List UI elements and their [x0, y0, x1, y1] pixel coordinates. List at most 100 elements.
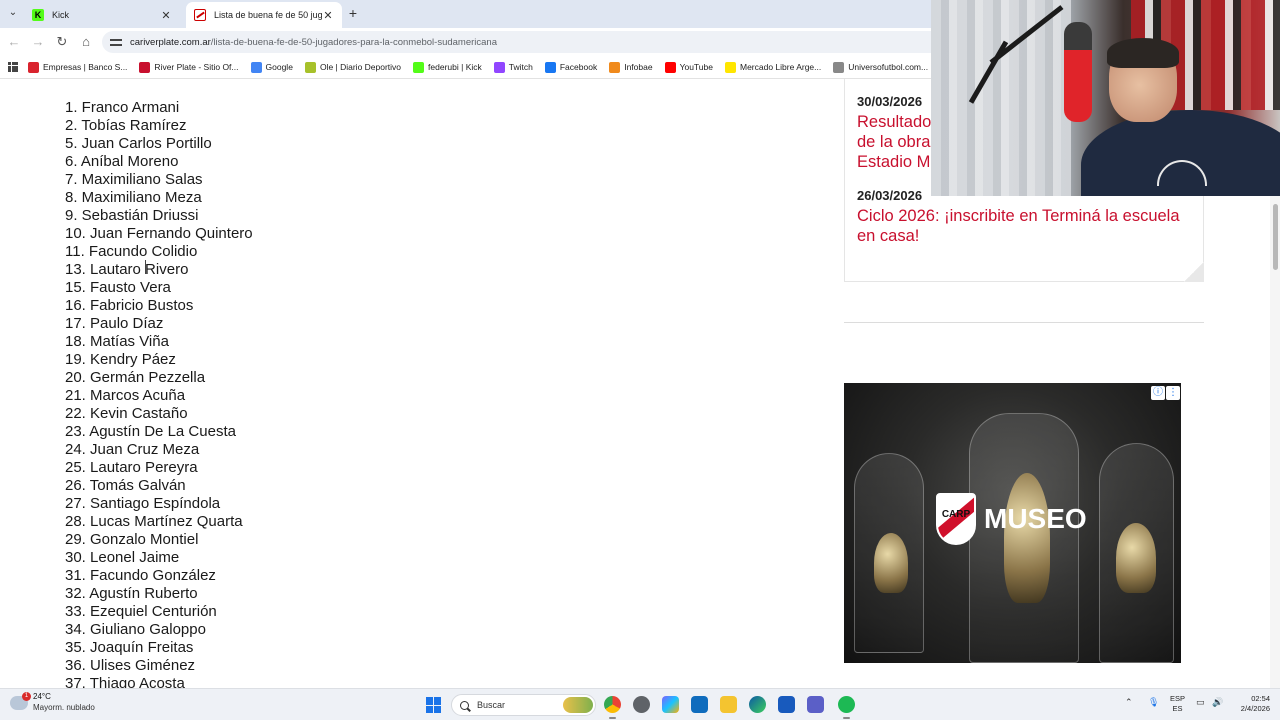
- player-item: 6. Aníbal Moreno: [65, 153, 179, 170]
- close-tab-icon[interactable]: ✕: [322, 9, 334, 22]
- back-arrow-icon[interactable]: ←: [6, 34, 22, 50]
- river-plate-shield-icon: CARP: [936, 493, 976, 545]
- bookmark-label: Ole | Diario Deportivo: [319, 62, 402, 72]
- news-item[interactable]: 26/03/2026 Ciclo 2026: ¡inscribite en Te…: [857, 188, 1187, 246]
- system-clock[interactable]: 02:54 2/4/2026: [1230, 694, 1270, 714]
- copilot-icon[interactable]: [662, 696, 679, 713]
- player-item: 36. Ulises Giménez: [65, 657, 196, 674]
- forward-arrow-icon[interactable]: →: [30, 34, 46, 50]
- word-icon[interactable]: [778, 696, 795, 713]
- kick-favicon-icon: K: [32, 9, 44, 21]
- teams-icon[interactable]: [807, 696, 824, 713]
- search-placeholder: Buscar: [477, 700, 506, 710]
- bookmark-label: River Plate - Sitio Of...: [154, 62, 239, 72]
- clock-time: 02:54: [1251, 694, 1270, 703]
- player-item: 34. Giuliano Galoppo: [65, 621, 206, 638]
- weather-widget[interactable]: 1 24°C Mayorm. nublado: [10, 691, 95, 713]
- new-tab-plus-icon[interactable]: +: [345, 5, 361, 21]
- volume-icon[interactable]: 🔊: [1212, 697, 1223, 708]
- museo-logo: CARP MUSEO: [936, 493, 1087, 545]
- home-icon[interactable]: ⌂: [78, 34, 94, 50]
- ad-info-icon[interactable]: ⓘ: [1151, 386, 1165, 400]
- bookmark-item[interactable]: Ole | Diario Deportivo: [304, 61, 402, 73]
- taskbar: 1 24°C Mayorm. nublado Buscar ⌃ 🎙 ESP ES…: [0, 688, 1280, 720]
- tray-chevron-up-icon[interactable]: ⌃: [1125, 697, 1133, 708]
- search-highlight-icon: [563, 697, 593, 713]
- network-icon[interactable]: ▭: [1196, 697, 1205, 708]
- bookmark-label: Google: [265, 62, 293, 72]
- bookmark-favicon-icon: [724, 61, 736, 73]
- section-divider: [844, 322, 1204, 323]
- bookmark-label: Facebook: [559, 62, 598, 72]
- bookmark-item[interactable]: Empresas | Banco S...: [28, 61, 128, 73]
- player-item: 1. Franco Armani: [65, 99, 180, 116]
- bookmark-item[interactable]: Twitch: [493, 61, 533, 73]
- bookmark-item[interactable]: Facebook: [544, 61, 598, 73]
- museo-ad-banner[interactable]: CARP MUSEO ⓘ ⋮: [844, 383, 1181, 663]
- shield-letters: CARP: [941, 509, 971, 520]
- player-item: 27. Santiago Espíndola: [65, 495, 221, 512]
- close-tab-icon[interactable]: ✕: [160, 9, 172, 22]
- trophy-icon: [1116, 523, 1156, 593]
- search-icon: [460, 700, 469, 710]
- tab-title: Kick: [52, 10, 70, 20]
- windows-start-icon[interactable]: [426, 697, 442, 713]
- bookmark-item[interactable]: Mercado Libre Arge...: [724, 61, 821, 73]
- player-list: 1. Franco Armani 2. Tobías Ramírez 5. Juan…: [65, 99, 465, 688]
- screen: ⌄ K Kick ✕ Lista de buena fe de 50 jugad…: [0, 0, 1280, 720]
- player-item: 24. Juan Cruz Meza: [65, 441, 200, 458]
- news-title-link[interactable]: Ciclo 2026: ¡inscribite en Terminá la es…: [857, 206, 1187, 246]
- bookmark-item[interactable]: federubi | Kick: [413, 61, 482, 73]
- player-item: 2. Tobías Ramírez: [65, 117, 187, 134]
- bookmark-favicon-icon: [413, 61, 425, 73]
- tab-river-plate[interactable]: Lista de buena fe de 50 jugadores ✕: [186, 2, 342, 28]
- obs-icon[interactable]: [633, 696, 650, 713]
- bookmark-favicon-icon: [139, 61, 151, 73]
- bookmark-label: YouTube: [679, 62, 713, 72]
- lang-code: ESP: [1170, 694, 1186, 703]
- player-item: 11. Facundo Colidio: [65, 243, 198, 260]
- bookmark-label: Twitch: [508, 62, 533, 72]
- chrome-icon[interactable]: [604, 696, 621, 719]
- site-info-icon[interactable]: [110, 37, 122, 47]
- player-item: 9. Sebastián Driussi: [65, 207, 199, 224]
- spotify-icon[interactable]: [838, 696, 855, 719]
- reload-icon[interactable]: ↻: [54, 34, 70, 50]
- mail-icon[interactable]: [691, 696, 708, 713]
- bookmark-item[interactable]: River Plate - Sitio Of...: [139, 61, 239, 73]
- bookmark-item[interactable]: Universofutbol.com...: [833, 61, 928, 73]
- tab-search-chevron-icon[interactable]: ⌄: [5, 5, 21, 21]
- bookmark-item[interactable]: Google: [250, 61, 293, 73]
- taskbar-search[interactable]: Buscar: [451, 694, 596, 716]
- microphone-icon: [1064, 22, 1092, 122]
- news-title-link[interactable]: Resultado de la obra Estadio M: [857, 112, 937, 172]
- bookmark-item[interactable]: Infobae: [609, 61, 653, 73]
- address-bar[interactable]: cariverplate.com.ar/lista-de-buena-fe-de…: [102, 31, 942, 53]
- bookmark-label: federubi | Kick: [428, 62, 482, 72]
- player-item: 15. Fausto Vera: [65, 279, 171, 296]
- ad-options-icon[interactable]: ⋮: [1166, 386, 1180, 400]
- tab-kick[interactable]: K Kick ✕: [24, 2, 180, 28]
- weather-temp: 24°C: [33, 692, 51, 701]
- player-item: 23. Agustín De La Cuesta: [65, 423, 236, 440]
- streamer-hair: [1107, 38, 1179, 68]
- player-item: 7. Maximiliano Salas: [65, 171, 203, 188]
- player-item: 29. Gonzalo Montiel: [65, 531, 199, 548]
- apps-grid-icon[interactable]: [8, 62, 18, 72]
- player-item: 26. Tomás Galván: [65, 477, 186, 494]
- player-item: 22. Kevin Castaño: [65, 405, 188, 422]
- player-item: 16. Fabricio Bustos: [65, 297, 194, 314]
- museo-word: MUSEO: [984, 503, 1087, 534]
- bookmark-label: Empresas | Banco S...: [43, 62, 128, 72]
- scroll-thumb[interactable]: [1273, 204, 1278, 270]
- mic-tray-icon[interactable]: 🎙: [1148, 697, 1159, 708]
- bookmark-item[interactable]: YouTube: [664, 61, 713, 73]
- file-explorer-icon[interactable]: [720, 696, 737, 713]
- bookmark-favicon-icon: [28, 61, 39, 73]
- edge-icon[interactable]: [749, 696, 766, 713]
- input-language[interactable]: ESP ES: [1170, 694, 1185, 714]
- clock-date: 2/4/2026: [1240, 704, 1270, 713]
- player-item: 19. Kendry Páez: [65, 351, 176, 368]
- url-path: /lista-de-buena-fe-de-50-jugadores-para-…: [210, 36, 497, 48]
- player-item: 32. Agustín Ruberto: [65, 585, 198, 602]
